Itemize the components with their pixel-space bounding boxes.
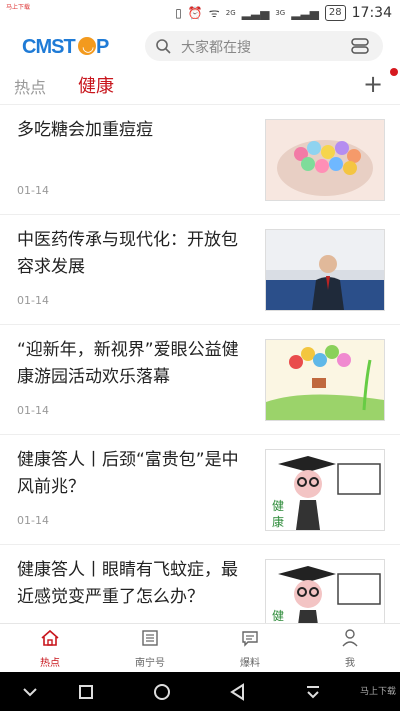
nav-label: 我	[345, 658, 355, 669]
health-answer-thumbnail: 健 康	[265, 449, 385, 531]
article-title: 多吃糖会加重痘痘	[17, 120, 153, 140]
channel-tabs: 热点 健康 +	[0, 66, 400, 105]
article-date: 01-14	[17, 294, 49, 307]
system-nav-bar: 马上下载	[0, 672, 400, 711]
tab-health[interactable]: 健康	[78, 72, 114, 98]
nav-hot[interactable]: 热点	[10, 628, 90, 669]
network-label-2g: 2G	[225, 8, 236, 17]
article-date: 01-14	[17, 184, 49, 197]
nav-label: 南宁号	[135, 658, 165, 669]
speaker-thumbnail	[265, 229, 385, 311]
nav-nanning[interactable]: 南宁号	[110, 628, 190, 669]
article-title: 健康答人丨眼睛有飞蚊症，最近感觉变严重了怎么办？	[17, 560, 238, 607]
battery-icon: 28	[324, 4, 346, 21]
status-time: 17:34	[351, 4, 392, 21]
back-icon[interactable]	[228, 682, 248, 702]
balloons-thumbnail	[265, 339, 385, 421]
health-answer-thumbnail: 健 康	[265, 559, 385, 623]
watermark-text: 马上下载	[359, 687, 396, 697]
svg-text:P: P	[96, 36, 109, 58]
article-title: “迎新年，新视界”爱眼公益健康游园活动欢乐落幕	[17, 340, 239, 387]
svg-text:健: 健	[272, 609, 284, 623]
signal-icon: ▂▃▅	[291, 5, 319, 20]
nav-me[interactable]: 我	[310, 628, 390, 669]
home-button-icon[interactable]	[152, 682, 172, 702]
nav-report[interactable]: 爆料	[210, 628, 290, 669]
status-tiny-text: 马上下载	[6, 4, 31, 11]
signal-icon: ▂▃▅	[241, 5, 270, 20]
bottom-nav: 热点 南宁号 爆料 我	[0, 623, 400, 673]
article-list: 多吃糖会加重痘痘 01-14 中医药传承与现代化：开放包容求发展 01-14 “…	[0, 105, 400, 623]
nav-label: 爆料	[240, 658, 260, 669]
wifi-icon: ᯤ	[208, 6, 220, 20]
user-icon	[342, 629, 358, 647]
list-item[interactable]: 多吃糖会加重痘痘 01-14	[0, 105, 400, 215]
news-icon	[142, 630, 158, 646]
chat-icon	[242, 631, 258, 647]
status-icons: ▯ ⏰ ᯤ 2G ▂▃▅ 3G ▂▃▅ 28 17:34	[175, 4, 392, 21]
list-item[interactable]: 中医药传承与现代化：开放包容求发展 01-14	[0, 215, 400, 325]
notification-pull-icon[interactable]	[303, 682, 323, 702]
search-icon	[156, 39, 171, 54]
search-placeholder: 大家都在搜	[181, 40, 251, 56]
status-bar: 马上下载 ▯ ⏰ ᯤ 2G ▂▃▅ 3G ▂▃▅ 28 17:34	[0, 0, 400, 26]
search-bar[interactable]: 大家都在搜	[145, 31, 383, 61]
chevron-down-icon[interactable]	[20, 682, 40, 702]
svg-text:CMST: CMST	[22, 36, 75, 58]
cmstop-logo: CMST ◡ P	[22, 36, 109, 58]
list-item[interactable]: 健康答人丨眼睛有飞蚊症，最近感觉变严重了怎么办？ 健 康	[0, 545, 400, 623]
svg-text:◡: ◡	[82, 38, 94, 54]
candy-thumbnail	[265, 119, 385, 201]
list-item[interactable]: 健康答人丨后颈“富贵包”是中风前兆？ 01-14 健 康	[0, 435, 400, 545]
home-icon	[41, 629, 59, 646]
alarm-icon: ⏰	[187, 5, 203, 20]
notification-dot	[390, 68, 398, 76]
list-item[interactable]: “迎新年，新视界”爱眼公益健康游园活动欢乐落幕 01-14	[0, 325, 400, 435]
recent-apps-icon[interactable]	[76, 682, 96, 702]
app-header: CMST ◡ P 大家都在搜	[0, 26, 400, 66]
svg-text:健: 健	[272, 499, 284, 513]
vibrate-icon: ▯	[175, 5, 182, 20]
tab-hot[interactable]: 热点	[14, 74, 46, 98]
add-channel-button[interactable]: +	[363, 70, 383, 98]
article-title: 健康答人丨后颈“富贵包”是中风前兆？	[17, 450, 239, 497]
article-date: 01-14	[17, 514, 49, 527]
network-label-3g: 3G	[275, 8, 286, 17]
article-title: 中医药传承与现代化：开放包容求发展	[17, 230, 238, 277]
article-date: 01-14	[17, 404, 49, 417]
scan-icon[interactable]	[351, 37, 369, 55]
nav-label: 热点	[40, 658, 60, 669]
svg-text:康: 康	[272, 514, 284, 529]
